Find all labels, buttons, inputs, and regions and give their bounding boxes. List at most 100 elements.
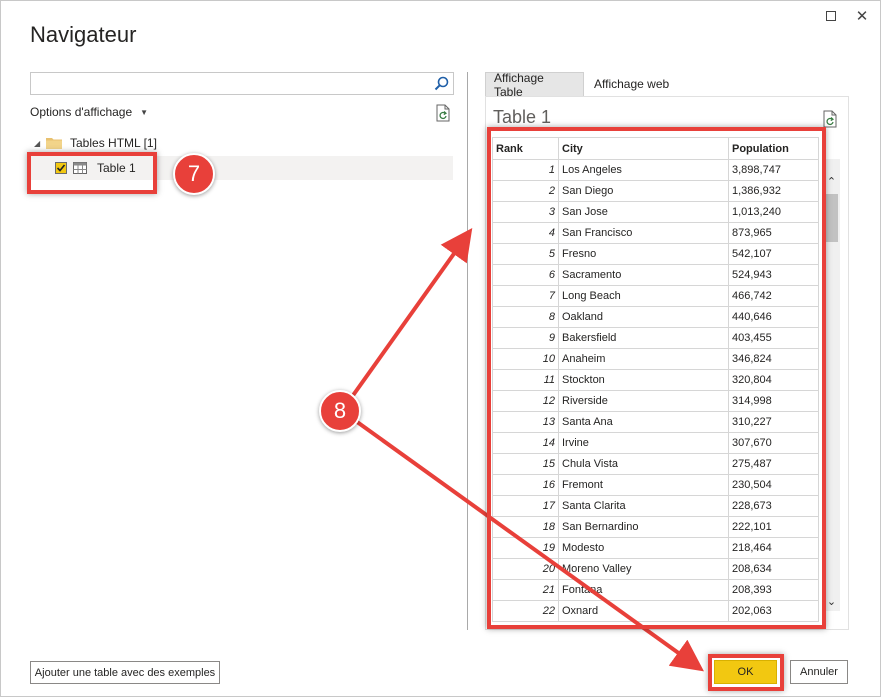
table-1-checkbox[interactable]: [55, 162, 67, 174]
cell-population[interactable]: 208,393: [728, 579, 819, 601]
cell-population[interactable]: 275,487: [728, 453, 819, 475]
table-body: 1 Los Angeles 3,898,747 2 San Diego 1,386,932…: [492, 159, 819, 622]
cell-city[interactable]: Fontana: [558, 579, 729, 601]
folder-icon: [46, 138, 62, 149]
cell-population[interactable]: 524,943: [728, 264, 819, 286]
cell-population[interactable]: 230,504: [728, 474, 819, 496]
cell-rank[interactable]: 13: [492, 411, 559, 433]
cell-rank[interactable]: 16: [492, 474, 559, 496]
cell-population[interactable]: 314,998: [728, 390, 819, 412]
scroll-down-icon[interactable]: ⌄: [823, 593, 840, 609]
tab-table-view[interactable]: Affichage Table: [485, 71, 584, 99]
cell-rank[interactable]: 18: [492, 516, 559, 538]
cell-rank[interactable]: 1: [492, 159, 559, 181]
cell-rank[interactable]: 5: [492, 243, 559, 265]
cell-population[interactable]: 1,386,932: [728, 180, 819, 202]
cell-rank[interactable]: 8: [492, 306, 559, 328]
cell-rank[interactable]: 20: [492, 558, 559, 580]
cell-city[interactable]: Stockton: [558, 369, 729, 391]
cell-population[interactable]: 208,634: [728, 558, 819, 580]
cell-city[interactable]: Santa Ana: [558, 411, 729, 433]
table-row: 10 Anaheim 346,824: [492, 348, 819, 370]
cell-rank[interactable]: 7: [492, 285, 559, 307]
cell-city[interactable]: Sacramento: [558, 264, 729, 286]
cell-city[interactable]: Irvine: [558, 432, 729, 454]
cancel-button[interactable]: Annuler: [790, 660, 848, 684]
cell-city[interactable]: San Bernardino: [558, 516, 729, 538]
caret-down-icon: ▼: [140, 107, 149, 117]
cell-city[interactable]: Oakland: [558, 306, 729, 328]
cell-population[interactable]: 403,455: [728, 327, 819, 349]
refresh-icon[interactable]: [435, 104, 451, 122]
cell-city[interactable]: Oxnard: [558, 600, 729, 622]
cell-rank[interactable]: 9: [492, 327, 559, 349]
cell-rank[interactable]: 3: [492, 201, 559, 223]
table-header-row: Rank City Population: [492, 137, 819, 160]
cell-city[interactable]: Santa Clarita: [558, 495, 729, 517]
cell-city[interactable]: Riverside: [558, 390, 729, 412]
cell-city[interactable]: San Jose: [558, 201, 729, 223]
cell-rank[interactable]: 6: [492, 264, 559, 286]
cell-population[interactable]: 440,646: [728, 306, 819, 328]
search-input[interactable]: [31, 73, 427, 94]
cell-rank[interactable]: 21: [492, 579, 559, 601]
cell-city[interactable]: Los Angeles: [558, 159, 729, 181]
scroll-thumb[interactable]: [826, 194, 838, 242]
add-table-from-examples-button[interactable]: Ajouter une table avec des exemples: [30, 661, 220, 684]
cell-population[interactable]: 310,227: [728, 411, 819, 433]
cell-rank[interactable]: 22: [492, 600, 559, 622]
cell-rank[interactable]: 17: [492, 495, 559, 517]
column-header-city[interactable]: City: [558, 137, 729, 160]
cell-city[interactable]: Anaheim: [558, 348, 729, 370]
scroll-up-icon[interactable]: ⌃: [823, 173, 840, 189]
cell-city[interactable]: San Francisco: [558, 222, 729, 244]
ok-button[interactable]: OK: [714, 660, 777, 684]
cell-rank[interactable]: 4: [492, 222, 559, 244]
cell-rank[interactable]: 15: [492, 453, 559, 475]
table-icon: [73, 162, 87, 174]
cell-population[interactable]: 1,013,240: [728, 201, 819, 223]
cell-city[interactable]: Moreno Valley: [558, 558, 729, 580]
cell-city[interactable]: San Diego: [558, 180, 729, 202]
cell-city[interactable]: Fremont: [558, 474, 729, 496]
column-header-population[interactable]: Population: [728, 137, 819, 160]
maximize-icon[interactable]: [822, 7, 840, 25]
refresh-preview-icon[interactable]: [823, 110, 838, 128]
cell-population[interactable]: 218,464: [728, 537, 819, 559]
tree-expand-icon[interactable]: ◢: [34, 139, 46, 148]
pane-divider[interactable]: [467, 72, 468, 630]
table-row: 4 San Francisco 873,965: [492, 222, 819, 244]
cell-city[interactable]: Fresno: [558, 243, 729, 265]
cell-population[interactable]: 3,898,747: [728, 159, 819, 181]
close-icon[interactable]: ✕: [853, 7, 871, 25]
cell-rank[interactable]: 2: [492, 180, 559, 202]
column-header-rank[interactable]: Rank: [492, 137, 559, 160]
cell-population[interactable]: 222,101: [728, 516, 819, 538]
cell-city[interactable]: Chula Vista: [558, 453, 729, 475]
cell-population[interactable]: 466,742: [728, 285, 819, 307]
tab-web-view[interactable]: Affichage web: [586, 72, 677, 96]
cell-rank[interactable]: 12: [492, 390, 559, 412]
cell-population[interactable]: 873,965: [728, 222, 819, 244]
cell-city[interactable]: Bakersfield: [558, 327, 729, 349]
view-options-dropdown[interactable]: Options d'affichage ▼: [30, 105, 148, 119]
search-icon[interactable]: [433, 75, 450, 92]
cell-population[interactable]: 320,804: [728, 369, 819, 391]
cell-rank[interactable]: 10: [492, 348, 559, 370]
tree-item-table-1[interactable]: Table 1: [30, 156, 453, 180]
cell-population[interactable]: 228,673: [728, 495, 819, 517]
cell-city[interactable]: Modesto: [558, 537, 729, 559]
table-row: 11 Stockton 320,804: [492, 369, 819, 391]
cell-population[interactable]: 542,107: [728, 243, 819, 265]
tree-folder-html-tables[interactable]: ◢ Tables HTML [1]: [34, 134, 157, 152]
cell-population[interactable]: 202,063: [728, 600, 819, 622]
cell-population[interactable]: 307,670: [728, 432, 819, 454]
cell-city[interactable]: Long Beach: [558, 285, 729, 307]
cell-rank[interactable]: 11: [492, 369, 559, 391]
cell-rank[interactable]: 14: [492, 432, 559, 454]
cell-rank[interactable]: 19: [492, 537, 559, 559]
search-box: [30, 72, 454, 95]
step-8-badge: 8: [319, 390, 361, 432]
dialog-title: Navigateur: [30, 22, 137, 47]
cell-population[interactable]: 346,824: [728, 348, 819, 370]
